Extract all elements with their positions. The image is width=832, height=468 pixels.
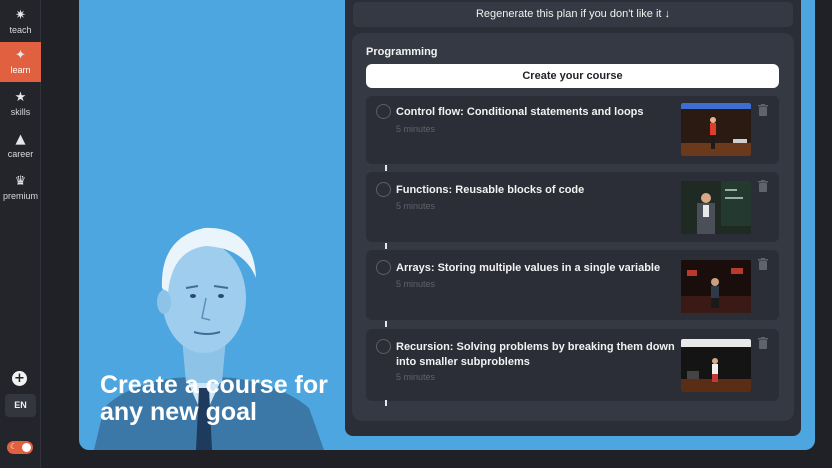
lesson-duration: 5 minutes [396, 201, 436, 211]
lesson-duration: 5 minutes [396, 279, 436, 289]
lesson-title: Control flow: Conditional statements and… [396, 106, 644, 118]
moon-icon: ☾ [10, 442, 18, 451]
crown-icon: ♛ [14, 174, 27, 189]
star-icon: ★ [14, 90, 27, 105]
lesson-duration: 5 minutes [396, 124, 436, 134]
language-button[interactable]: EN [5, 394, 36, 417]
triangle-icon: ▲ [15, 132, 26, 147]
lesson-connector [385, 400, 387, 406]
sparkle-icon: ✷ [15, 8, 26, 23]
toggle-knob [22, 443, 31, 452]
app-window: ✷ teach ✦ learn ★ skills ▲ career ♛ prem… [0, 0, 832, 468]
add-icon[interactable]: + [12, 371, 27, 386]
sidebar-item-label: teach [9, 25, 32, 35]
sidebar-item-learn[interactable]: ✦ learn [0, 42, 41, 82]
sidebar-item-teach[interactable]: ✷ teach [0, 2, 41, 42]
lesson-duration: 5 minutes [396, 372, 436, 382]
sidebar-item-label: premium [2, 191, 38, 201]
lesson-checkbox[interactable] [376, 339, 391, 354]
lesson-video-thumbnail[interactable] [681, 339, 751, 392]
lesson-checkbox[interactable] [376, 104, 391, 119]
lesson-checkbox[interactable] [376, 260, 391, 275]
theme-toggle[interactable]: ☾ [7, 441, 33, 454]
lesson-video-thumbnail[interactable] [681, 103, 751, 156]
lesson-title: Recursion: Solving problems by breaking … [396, 341, 675, 368]
course-title: Programming [366, 46, 438, 58]
regenerate-plan-button[interactable]: Regenerate this plan if you don't like i… [353, 2, 793, 27]
lesson-title: Functions: Reusable blocks of code [396, 184, 585, 196]
lesson-card[interactable]: Functions: Reusable blocks of code 5 min… [366, 172, 779, 242]
create-course-button[interactable]: Create your course [366, 64, 779, 88]
lesson-title: Arrays: Storing multiple values in a sin… [396, 262, 661, 274]
four-point-star-icon: ✦ [15, 48, 26, 63]
course-card: Programming Create your course Control f… [352, 33, 794, 421]
hero-title: Create a course for any new goal [100, 371, 328, 426]
sidebar-item-label: skills [10, 107, 31, 117]
sidebar-item-label: learn [10, 65, 31, 75]
sidebar-item-label: career [7, 149, 34, 159]
lesson-connector [385, 321, 387, 327]
lesson-card[interactable]: Arrays: Storing multiple values in a sin… [366, 250, 779, 320]
sidebar-item-premium[interactable]: ♛ premium [0, 168, 41, 208]
lesson-connector [385, 243, 387, 249]
lesson-card[interactable]: Control flow: Conditional statements and… [366, 96, 779, 164]
lesson-connector [385, 165, 387, 171]
sidebar: ✷ teach ✦ learn ★ skills ▲ career ♛ prem… [0, 0, 41, 468]
trash-icon[interactable] [758, 258, 768, 270]
lesson-video-thumbnail[interactable] [681, 260, 751, 313]
trash-icon[interactable] [758, 337, 768, 349]
lesson-video-thumbnail[interactable] [681, 181, 751, 234]
lesson-checkbox[interactable] [376, 182, 391, 197]
lesson-card[interactable]: Recursion: Solving problems by breaking … [366, 329, 779, 401]
course-plan-panel: Regenerate this plan if you don't like i… [345, 0, 801, 436]
sidebar-item-skills[interactable]: ★ skills [0, 84, 41, 124]
trash-icon[interactable] [758, 180, 768, 192]
sidebar-item-career[interactable]: ▲ career [0, 126, 41, 166]
trash-icon[interactable] [758, 104, 768, 116]
